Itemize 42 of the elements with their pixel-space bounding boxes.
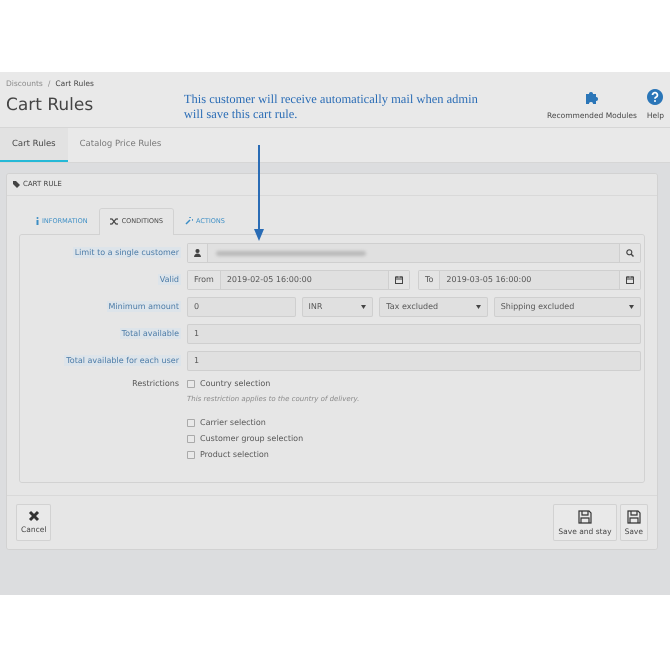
caret-icon (629, 305, 634, 310)
text-input[interactable]: 1 (187, 351, 641, 372)
customer-field[interactable] (187, 243, 641, 264)
select-dropdown[interactable]: INR (302, 297, 374, 318)
field-label: Total available (120, 328, 181, 340)
page-tab[interactable]: Catalog Price Rules (68, 128, 174, 162)
input-prefix: From (188, 271, 221, 290)
checkbox-label[interactable]: Country selection (200, 378, 270, 390)
checkbox-label[interactable]: Customer group selection (200, 432, 304, 445)
select-dropdown[interactable]: Shipping excluded (494, 297, 641, 318)
calendar-icon[interactable] (395, 276, 403, 284)
help-icon (647, 88, 664, 105)
select-dropdown[interactable]: Tax excluded (379, 297, 488, 318)
date-field[interactable]: To 2019-03-05 16:00:00 (418, 270, 641, 290)
page-title: Cart Rules (6, 94, 94, 118)
text-input[interactable]: 1 (187, 324, 641, 344)
close-icon (28, 510, 40, 522)
field-label: Valid (158, 274, 181, 286)
checkbox-label[interactable]: Product selection (200, 448, 269, 461)
annotation-text: This customer will receive automatically mail when admin will save this cart rule. (184, 92, 479, 123)
checkbox[interactable] (187, 434, 195, 443)
caret-icon (361, 305, 366, 310)
search-icon[interactable] (626, 249, 634, 258)
checkbox[interactable] (187, 380, 195, 388)
shuffle-icon (110, 218, 119, 226)
wrench-icon (185, 217, 194, 226)
user-icon (194, 249, 201, 258)
input-prefix: To (419, 271, 440, 290)
info-icon (36, 217, 39, 226)
checkbox-label[interactable]: Carrier selection (200, 416, 266, 429)
field-label: Total available for each user (64, 355, 181, 366)
page-tab[interactable]: Cart Rules (0, 128, 68, 162)
field-label: Limit to a single customer (72, 247, 181, 258)
checkbox[interactable] (187, 450, 195, 459)
amount-input[interactable]: 0 (187, 297, 296, 318)
calendar-icon[interactable] (626, 276, 634, 284)
date-field[interactable]: From 2019-02-05 16:00:00 (187, 270, 410, 290)
tag-icon (13, 180, 20, 188)
caret-icon (476, 305, 481, 310)
field-label: Restrictions (131, 378, 180, 390)
checkbox[interactable] (187, 418, 195, 427)
field-label: Minimum amount (106, 301, 181, 312)
